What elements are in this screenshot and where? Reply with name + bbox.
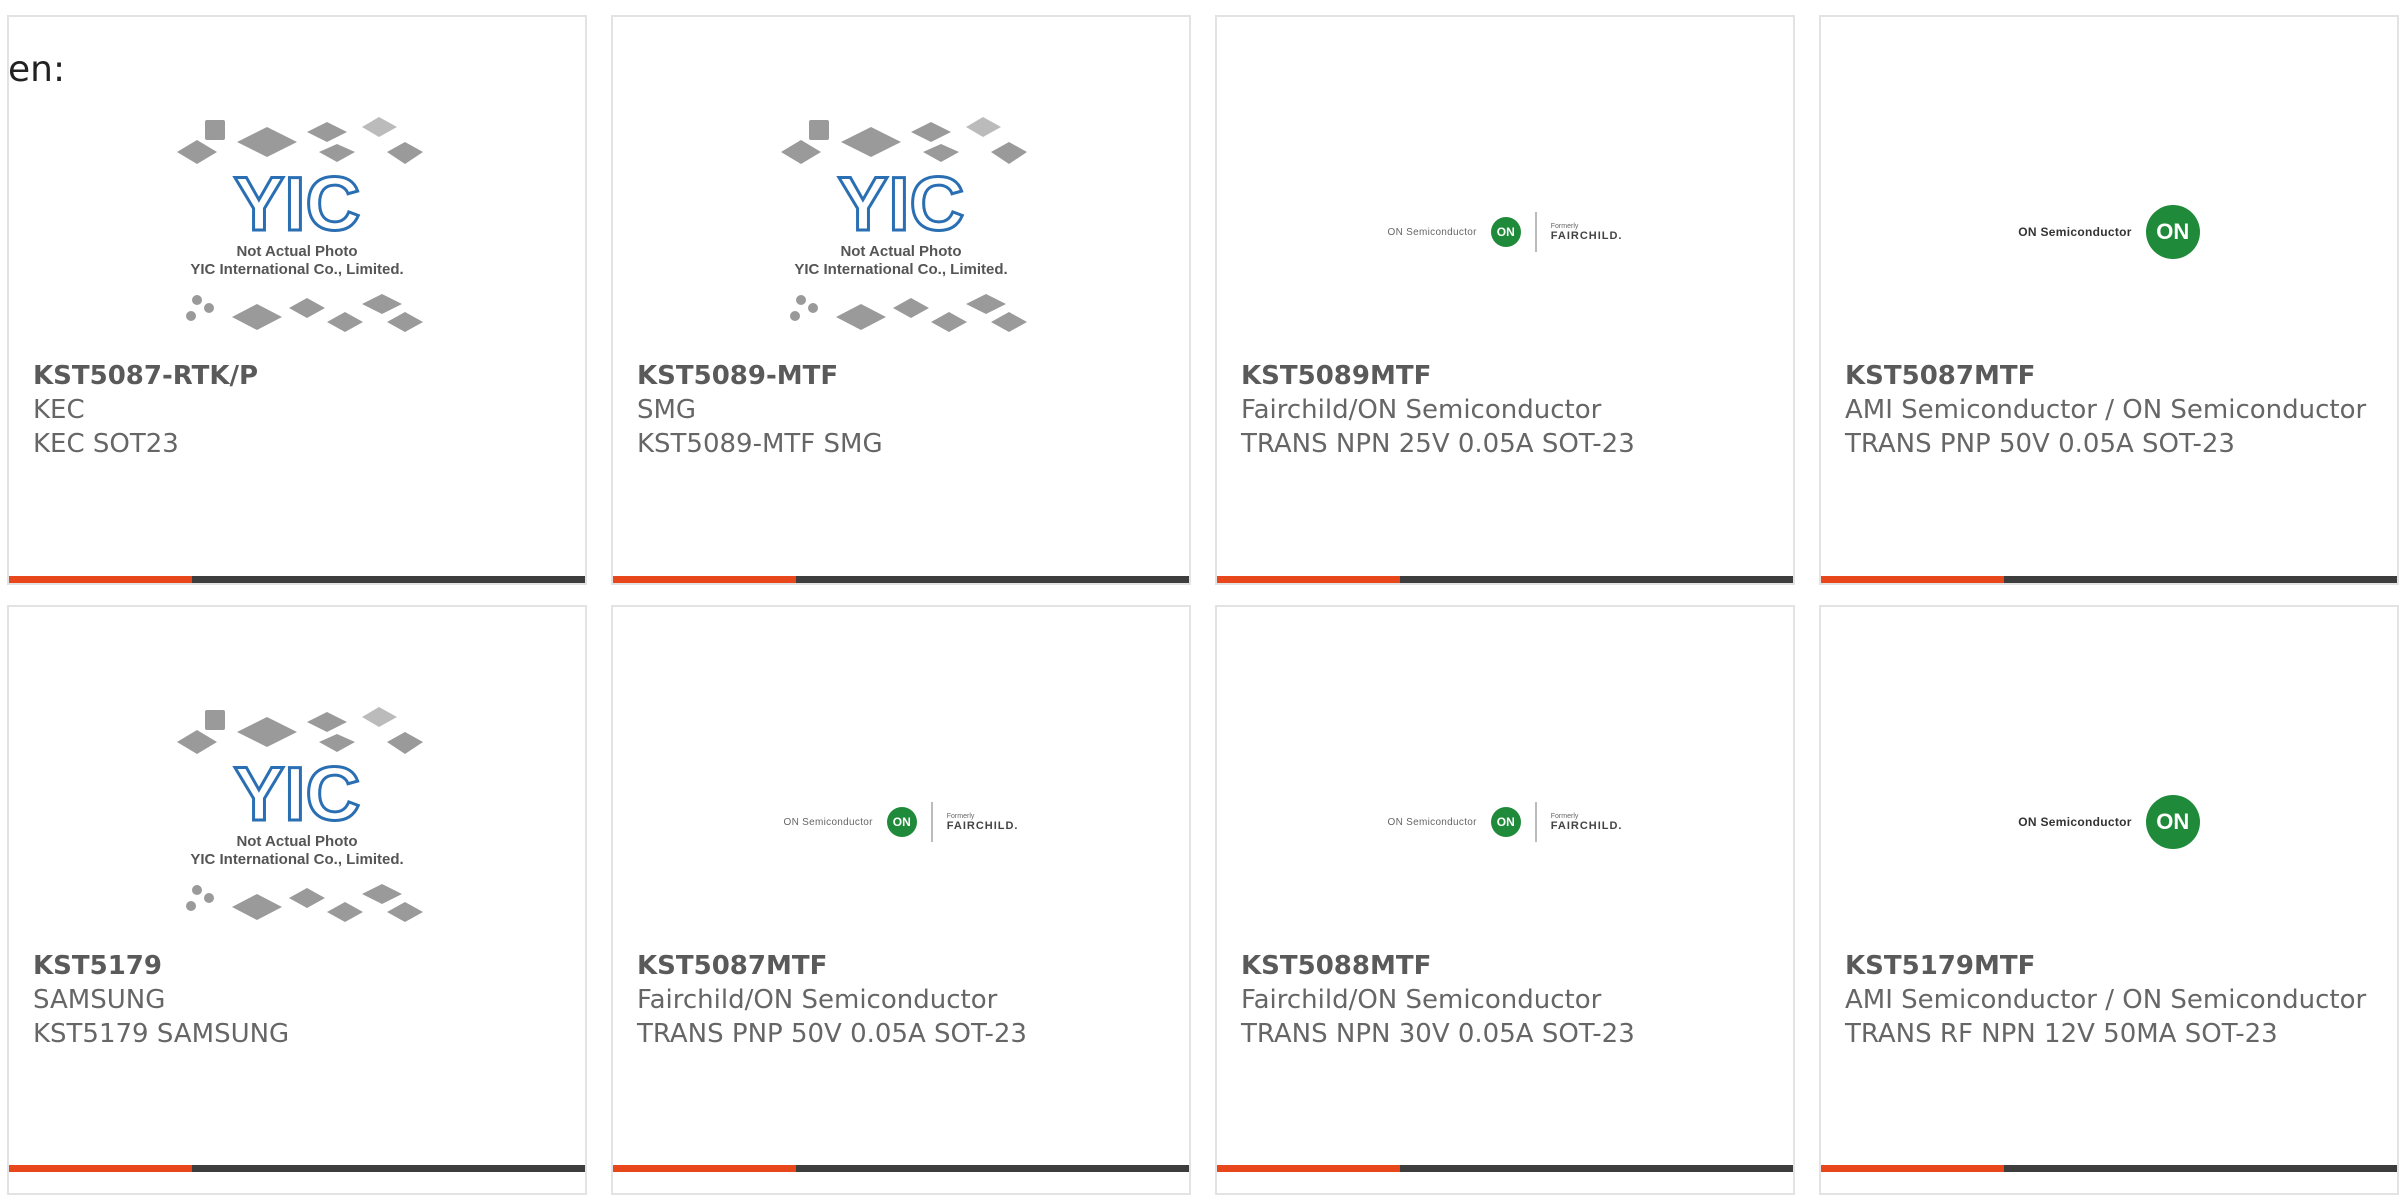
- part-number[interactable]: KST5087MTF: [1845, 359, 2373, 393]
- yic-placeholder-image: YIC Not Actual Photo YIC International C…: [177, 117, 423, 332]
- on-logo-icon: ON: [2145, 205, 2200, 259]
- card-footer-bar: [1217, 576, 1793, 583]
- accent-bar: [1821, 576, 2004, 583]
- manufacturer: Fairchild/ON Semiconductor: [1241, 395, 1602, 425]
- svg-text:Not Actual Photo: Not Actual Photo: [236, 243, 357, 260]
- logo-divider: [1534, 212, 1537, 252]
- product-info: KST5087MTF AMI Semiconductor / ON Semico…: [1845, 359, 2373, 461]
- accent-bar: [9, 576, 192, 583]
- fairchild-logo: Formerly FAIRCHILD.: [1550, 812, 1623, 832]
- yic-letters: YIC: [838, 162, 965, 247]
- product-card[interactable]: YIC Not Actual Photo YIC International C…: [7, 605, 587, 1195]
- product-info: KST5089MTF Fairchild/ON Semiconductor TR…: [1241, 359, 1769, 461]
- on-fairchild-logo: ON Semiconductor ON Formerly FAIRCHILD.: [1387, 802, 1622, 842]
- manufacturer: SMG: [637, 395, 697, 425]
- part-number[interactable]: KST5179: [33, 949, 561, 983]
- on-logo-icon: ON: [886, 807, 917, 837]
- on-semiconductor-logo-text: ON Semiconductor: [783, 816, 873, 828]
- product-image: ON Semiconductor ON Formerly FAIRCHILD.: [1217, 687, 1793, 957]
- manufacturer: AMI Semiconductor / ON Semiconductor: [1845, 985, 2367, 1015]
- description: KEC SOT23: [33, 429, 179, 459]
- manufacturer: KEC: [33, 395, 85, 425]
- yic-placeholder-image: YIC Not Actual Photo YIC International C…: [177, 707, 423, 922]
- manufacturer: AMI Semiconductor / ON Semiconductor: [1845, 395, 2367, 425]
- description: KST5089-MTF SMG: [637, 429, 883, 459]
- accent-bar: [1821, 1165, 2004, 1172]
- description: TRANS NPN 30V 0.05A SOT-23: [1241, 1019, 1635, 1049]
- product-card[interactable]: ON Semiconductor ON KST5087MTF AMI Semic…: [1819, 15, 2399, 585]
- on-semiconductor-logo: ON Semiconductor ON: [2018, 205, 2200, 259]
- product-image: ON Semiconductor ON Formerly FAIRCHILD.: [613, 687, 1189, 957]
- card-footer-bar: [1821, 1165, 2397, 1172]
- svg-text:Not Actual Photo: Not Actual Photo: [236, 833, 357, 850]
- svg-text:YIC International Co., Limited: YIC International Co., Limited.: [794, 261, 1007, 278]
- part-number[interactable]: KST5087MTF: [637, 949, 1165, 983]
- fairchild-logo: Formerly FAIRCHILD.: [1550, 222, 1623, 242]
- card-footer-bar: [1821, 576, 2397, 583]
- part-number[interactable]: KST5087-RTK/P: [33, 359, 561, 393]
- on-semiconductor-logo-text: ON Semiconductor: [1387, 226, 1477, 238]
- product-info: KST5179MTF AMI Semiconductor / ON Semico…: [1845, 949, 2373, 1051]
- part-number[interactable]: KST5179MTF: [1845, 949, 2373, 983]
- accent-bar: [1217, 1165, 1400, 1172]
- product-image: ON Semiconductor ON: [1821, 687, 2397, 957]
- product-info: KST5087MTF Fairchild/ON Semiconductor TR…: [637, 949, 1165, 1051]
- manufacturer: Fairchild/ON Semiconductor: [1241, 985, 1602, 1015]
- product-info: KST5179 SAMSUNG KST5179 SAMSUNG: [33, 949, 561, 1051]
- svg-text:Not Actual Photo: Not Actual Photo: [840, 243, 961, 260]
- yic-letters: YIC: [234, 162, 361, 247]
- card-footer-bar: [9, 576, 585, 583]
- svg-text:YIC International Co., Limited: YIC International Co., Limited.: [190, 261, 403, 278]
- manufacturer: Fairchild/ON Semiconductor: [637, 985, 998, 1015]
- on-semiconductor-logo: ON Semiconductor ON: [2018, 795, 2200, 849]
- card-footer-bar: [1217, 1165, 1793, 1172]
- on-fairchild-logo: ON Semiconductor ON Formerly FAIRCHILD.: [1387, 212, 1622, 252]
- on-fairchild-logo: ON Semiconductor ON Formerly FAIRCHILD.: [783, 802, 1018, 842]
- part-number[interactable]: KST5089-MTF: [637, 359, 1165, 393]
- logo-divider: [930, 802, 933, 842]
- product-card[interactable]: YIC Not Actual Photo YIC International C…: [7, 15, 587, 585]
- part-number[interactable]: KST5088MTF: [1241, 949, 1769, 983]
- product-info: KST5089-MTF SMG KST5089-MTF SMG: [637, 359, 1165, 461]
- on-semiconductor-logo-text: ON Semiconductor: [2018, 225, 2132, 239]
- product-card[interactable]: ON Semiconductor ON Formerly FAIRCHILD. …: [1215, 15, 1795, 585]
- accent-bar: [613, 1165, 796, 1172]
- on-logo-icon: ON: [2145, 795, 2200, 849]
- card-footer-bar: [9, 1165, 585, 1172]
- description: TRANS RF NPN 12V 50MA SOT-23: [1845, 1019, 2278, 1049]
- yic-placeholder-image: YIC Not Actual Photo YIC International C…: [781, 117, 1027, 332]
- accent-bar: [1217, 576, 1400, 583]
- product-image: YIC Not Actual Photo YIC International C…: [9, 687, 585, 957]
- product-image: YIC Not Actual Photo YIC International C…: [613, 97, 1189, 367]
- accent-bar: [613, 576, 796, 583]
- product-image: ON Semiconductor ON Formerly FAIRCHILD.: [1217, 97, 1793, 367]
- manufacturer: SAMSUNG: [33, 985, 166, 1015]
- product-info: KST5087-RTK/P KEC KEC SOT23: [33, 359, 561, 461]
- product-image: YIC Not Actual Photo YIC International C…: [9, 97, 585, 367]
- on-logo-icon: ON: [1490, 217, 1521, 247]
- card-footer-bar: [613, 1165, 1189, 1172]
- product-card[interactable]: ON Semiconductor ON KST5179MTF AMI Semic…: [1819, 605, 2399, 1195]
- card-footer-bar: [613, 576, 1189, 583]
- logo-divider: [1534, 802, 1537, 842]
- accent-bar: [9, 1165, 192, 1172]
- description: KST5179 SAMSUNG: [33, 1019, 290, 1049]
- product-info: KST5088MTF Fairchild/ON Semiconductor TR…: [1241, 949, 1769, 1051]
- part-number[interactable]: KST5089MTF: [1241, 359, 1769, 393]
- description: TRANS NPN 25V 0.05A SOT-23: [1241, 429, 1635, 459]
- description: TRANS PNP 50V 0.05A SOT-23: [637, 1019, 1027, 1049]
- product-card[interactable]: ON Semiconductor ON Formerly FAIRCHILD. …: [611, 605, 1191, 1195]
- on-semiconductor-logo-text: ON Semiconductor: [2018, 815, 2132, 829]
- product-card[interactable]: ON Semiconductor ON Formerly FAIRCHILD. …: [1215, 605, 1795, 1195]
- product-image: ON Semiconductor ON: [1821, 97, 2397, 367]
- yic-letters: YIC: [234, 752, 361, 837]
- on-logo-icon: ON: [1490, 807, 1521, 837]
- svg-text:YIC International Co., Limited: YIC International Co., Limited.: [190, 851, 403, 868]
- fairchild-logo: Formerly FAIRCHILD.: [946, 812, 1019, 832]
- language-label: en:: [8, 49, 66, 90]
- on-semiconductor-logo-text: ON Semiconductor: [1387, 816, 1477, 828]
- product-card[interactable]: YIC Not Actual Photo YIC International C…: [611, 15, 1191, 585]
- description: TRANS PNP 50V 0.05A SOT-23: [1845, 429, 2235, 459]
